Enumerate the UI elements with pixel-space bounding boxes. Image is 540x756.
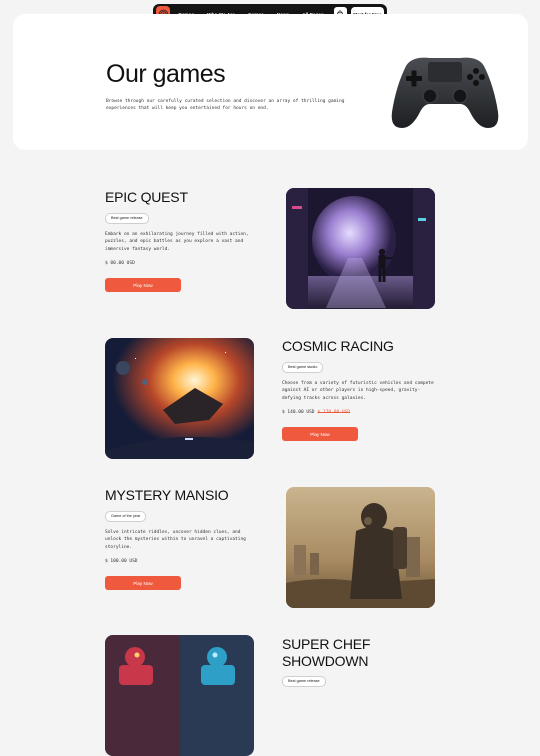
game-title: MYSTERY MANSIO bbox=[105, 487, 229, 503]
cosmic-racing-image[interactable] bbox=[105, 338, 254, 459]
play-now-button[interactable]: Play Now bbox=[282, 427, 358, 441]
super-chef-showdown-image[interactable] bbox=[105, 635, 254, 756]
game-title: COSMIC RACING bbox=[282, 338, 394, 354]
game-super-chef-showdown: SUPER CHEF SHOWDOWN Best game release bbox=[282, 636, 442, 687]
game-price: $ 100.00 USD bbox=[105, 559, 265, 564]
mystery-mansio-image[interactable] bbox=[286, 487, 435, 608]
game-price: $ 80.00 USD bbox=[105, 261, 265, 266]
game-mystery-mansio: MYSTERY MANSIO Game of the year Solve in… bbox=[105, 487, 265, 590]
game-description: Choose from a variety of futuristic vehi… bbox=[282, 380, 434, 401]
game-title: EPIC QUEST bbox=[105, 189, 188, 205]
game-description: Solve intricate riddles, uncover hidden … bbox=[105, 529, 246, 550]
game-badge: Best game release bbox=[105, 212, 149, 224]
price-current: $ 80.00 USD bbox=[105, 261, 135, 266]
gamepad-image bbox=[390, 52, 500, 137]
game-badge: Best game studio bbox=[282, 361, 324, 373]
play-now-button[interactable]: Play Now bbox=[105, 576, 181, 590]
game-epic-quest: EPIC QUEST Best game release Embark on a… bbox=[105, 189, 265, 292]
hero-description: Browse through our carefully curated sel… bbox=[106, 99, 345, 111]
price-original: $ 170.00 USD bbox=[317, 410, 351, 415]
play-now-button[interactable]: Play Now bbox=[105, 278, 181, 292]
game-cosmic-racing: COSMIC RACING Best game studio Choose fr… bbox=[282, 338, 442, 441]
price-current: $ 140.00 USD bbox=[282, 410, 315, 415]
game-badge: Game of the year bbox=[105, 510, 147, 522]
epic-quest-image[interactable] bbox=[286, 188, 435, 309]
game-title: SUPER CHEF SHOWDOWN bbox=[282, 636, 371, 669]
hero-card: Our games Browse through our carefully c… bbox=[13, 14, 528, 150]
page-title: Our games bbox=[106, 60, 226, 88]
price-current: $ 100.00 USD bbox=[105, 559, 138, 564]
game-price: $ 140.00 USD $ 170.00 USD bbox=[282, 410, 442, 415]
game-description: Embark on an exhilarating journey filled… bbox=[105, 231, 249, 252]
game-badge: Best game release bbox=[282, 676, 326, 687]
